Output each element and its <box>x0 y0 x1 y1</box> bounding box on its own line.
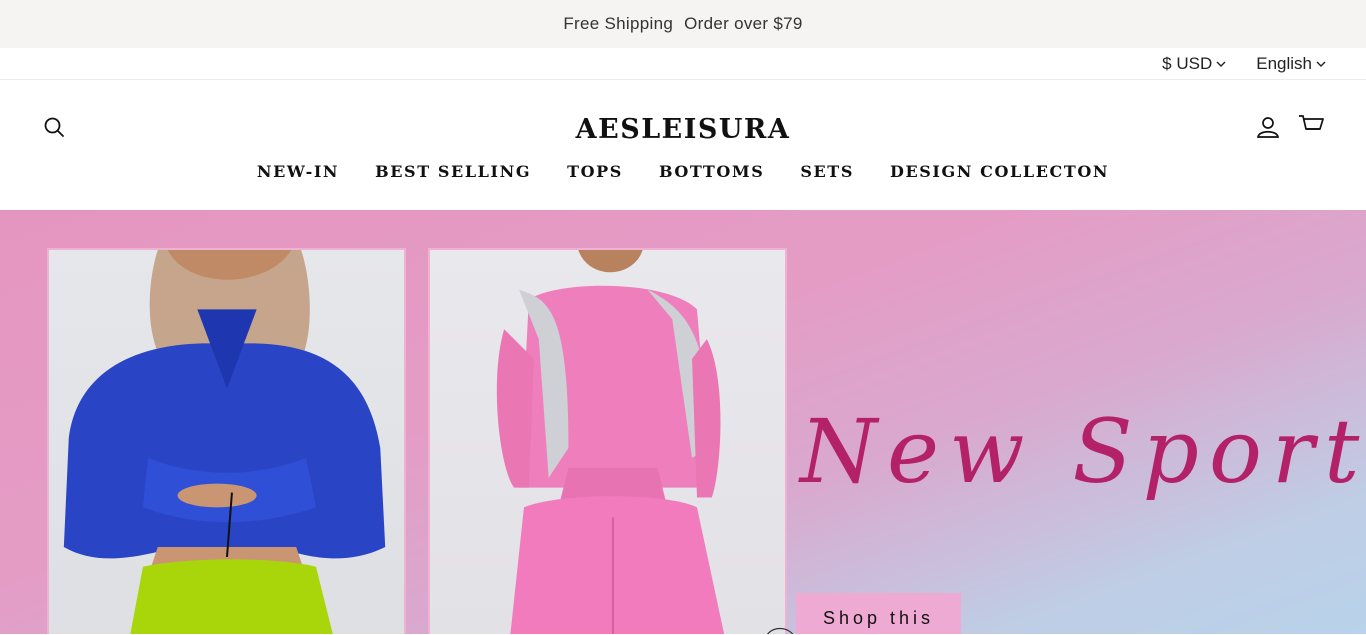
language-label: English <box>1256 53 1312 73</box>
nav-item-bottoms[interactable]: BOTTOMS <box>659 162 764 181</box>
currency-label: $ USD <box>1162 53 1213 73</box>
model-illustration <box>63 250 386 634</box>
shop-this-button[interactable]: Shop this <box>796 593 961 634</box>
nav-item-best-selling[interactable]: BEST SELLING <box>375 162 531 181</box>
announcement-order-threshold: Order over $79 <box>684 14 803 33</box>
hero-photo-blue-sweatshirt <box>47 248 406 634</box>
nav-item-new-in[interactable]: NEW-IN <box>257 162 339 181</box>
nav-item-design-collection[interactable]: DESIGN COLLECTON <box>890 162 1109 181</box>
hero-banner[interactable]: New Sports Shop this <box>0 210 1366 634</box>
chevron-down-icon <box>1316 61 1326 67</box>
decorative-swirl <box>767 627 794 634</box>
nav-item-tops[interactable]: TOPS <box>567 162 623 181</box>
hero-photo-pink-tracksuit <box>428 248 787 634</box>
model-illustration <box>496 250 725 634</box>
utility-bar: $ USD English <box>0 48 1366 80</box>
main-nav: NEW-IN BEST SELLING TOPS BOTTOMS SETS DE… <box>0 162 1366 181</box>
currency-selector[interactable]: $ USD <box>1162 54 1226 74</box>
nav-item-sets[interactable]: SETS <box>800 162 854 181</box>
language-selector[interactable]: English <box>1256 54 1326 74</box>
hero-headline: New Sports <box>800 400 1366 503</box>
chevron-down-icon <box>1216 61 1226 67</box>
announcement-free-shipping: Free Shipping <box>563 14 674 33</box>
account-icon[interactable] <box>1256 116 1280 138</box>
cart-icon[interactable] <box>1298 114 1324 136</box>
site-header: AESLEISURA NEW-IN BEST SELLING TOPS BOTT… <box>0 80 1366 210</box>
brand-logo[interactable]: AESLEISURA <box>0 114 1366 145</box>
announcement-bar: Free Shipping Order over $79 <box>0 0 1366 48</box>
